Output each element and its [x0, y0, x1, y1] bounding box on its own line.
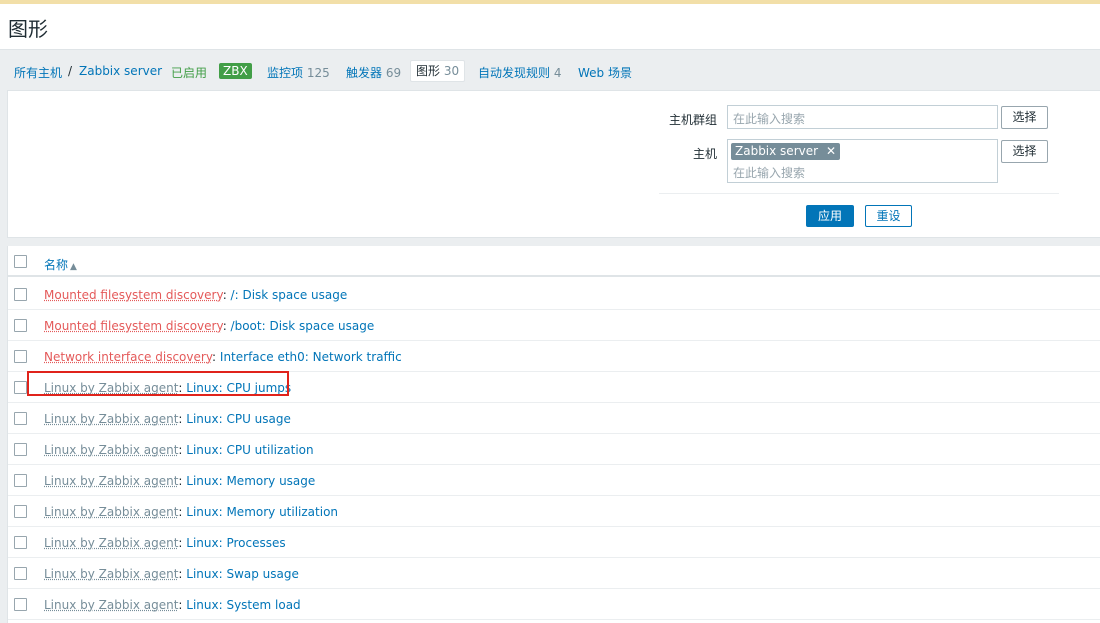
remove-chip-icon[interactable]: ✕: [826, 144, 836, 158]
host-select-button[interactable]: 选择: [1001, 140, 1048, 163]
tab-triggers-label: 触发器: [346, 66, 383, 80]
host-navigation: 所有主机 / Zabbix server 已启用 ZBX 监控项 125 触发器…: [0, 50, 1100, 88]
table-row: Mounted filesystem discovery: /: Disk sp…: [8, 279, 1100, 310]
graph-source-link[interactable]: Network interface discovery: [44, 350, 212, 364]
column-header-name[interactable]: 名称 ▲: [44, 256, 77, 273]
graph-source-link[interactable]: Mounted filesystem discovery: [44, 288, 223, 302]
tab-discovery-rules[interactable]: 自动发现规则 4: [478, 64, 561, 81]
graph-name-link[interactable]: Linux: Swap usage: [186, 567, 299, 581]
graph-source-link[interactable]: Linux by Zabbix agent: [44, 505, 178, 519]
host-status-enabled[interactable]: 已启用: [171, 64, 207, 81]
graph-name-cell: Mounted filesystem discovery: /boot: Dis…: [44, 319, 374, 333]
graphs-table: 名称 ▲ Mounted filesystem discovery: /: Dis…: [7, 246, 1100, 623]
table-row: Linux by Zabbix agent: Linux: Swap usage: [8, 558, 1100, 589]
graph-name-cell: Linux by Zabbix agent: Linux: Swap usage: [44, 567, 299, 581]
tab-items-count: 125: [306, 66, 330, 80]
graph-source-link[interactable]: Linux by Zabbix agent: [44, 412, 178, 426]
page-header: 图形: [0, 4, 1100, 50]
breadcrumb-host[interactable]: Zabbix server: [79, 64, 162, 78]
graph-source-link[interactable]: Mounted filesystem discovery: [44, 319, 223, 333]
row-checkbox[interactable]: [14, 443, 27, 456]
graph-name-cell: Linux by Zabbix agent: Linux: Memory usa…: [44, 474, 315, 488]
host-group-input[interactable]: 在此输入搜索: [727, 105, 998, 129]
row-checkbox[interactable]: [14, 598, 27, 611]
table-header: 名称 ▲: [8, 246, 1100, 277]
row-checkbox[interactable]: [14, 474, 27, 487]
zbx-availability-badge: ZBX: [219, 63, 252, 79]
row-checkbox[interactable]: [14, 412, 27, 425]
graph-name-link[interactable]: Linux: Memory utilization: [186, 505, 338, 519]
host-input-placeholder[interactable]: 在此输入搜索: [733, 164, 805, 181]
host-group-label: 主机群组: [669, 113, 718, 127]
graph-name-link[interactable]: Linux: CPU utilization: [186, 443, 313, 457]
row-checkbox[interactable]: [14, 567, 27, 580]
graph-name-cell: Linux by Zabbix agent: Linux: System loa…: [44, 598, 301, 612]
graph-name-link[interactable]: Linux: Memory usage: [186, 474, 315, 488]
host-multiselect[interactable]: Zabbix server ✕ 在此输入搜索: [727, 139, 998, 183]
table-row: Linux by Zabbix agent: Linux: CPU jumps: [8, 372, 1100, 403]
graph-name-cell: Linux by Zabbix agent: Linux: CPU utiliz…: [44, 443, 314, 457]
graph-name-cell: Linux by Zabbix agent: Linux: Memory uti…: [44, 505, 338, 519]
table-row: Linux by Zabbix agent: Linux: System loa…: [8, 589, 1100, 620]
tab-items-label: 监控项: [267, 66, 304, 80]
graph-name-link[interactable]: Linux: CPU usage: [186, 412, 291, 426]
graph-name-cell: Linux by Zabbix agent: Linux: Processes: [44, 536, 286, 550]
tab-web-scenarios[interactable]: Web 场景: [578, 64, 632, 81]
graph-name-link[interactable]: Interface eth0: Network traffic: [220, 350, 402, 364]
graph-source-link[interactable]: Linux by Zabbix agent: [44, 381, 178, 395]
host-chip: Zabbix server ✕: [731, 143, 841, 160]
row-checkbox[interactable]: [14, 319, 27, 332]
filter-panel: 主机群组 在此输入搜索 选择 主机 Zabbix server ✕ 在此输入搜索 …: [7, 90, 1100, 238]
table-row: Linux by Zabbix agent: Linux: CPU utiliz…: [8, 434, 1100, 465]
apply-button[interactable]: 应用: [806, 205, 854, 227]
prefix-separator: :: [222, 288, 231, 302]
tab-discovery-count: 4: [553, 66, 562, 80]
graph-source-link[interactable]: Linux by Zabbix agent: [44, 443, 178, 457]
graph-name-cell: Linux by Zabbix agent: Linux: CPU usage: [44, 412, 291, 426]
table-row: Linux by Zabbix agent: Linux: Processes: [8, 527, 1100, 558]
host-group-select-button[interactable]: 选择: [1001, 106, 1048, 129]
reset-button[interactable]: 重设: [865, 205, 912, 227]
graph-source-link[interactable]: Linux by Zabbix agent: [44, 598, 178, 612]
graph-source-link[interactable]: Linux by Zabbix agent: [44, 536, 178, 550]
host-chip-label: Zabbix server: [735, 144, 819, 158]
breadcrumb-all-hosts[interactable]: 所有主机: [14, 64, 62, 81]
row-checkbox[interactable]: [14, 350, 27, 363]
tab-items[interactable]: 监控项 125: [267, 64, 330, 81]
row-checkbox[interactable]: [14, 288, 27, 301]
filter-divider: [659, 193, 1059, 194]
table-row: Linux by Zabbix agent: Linux: Memory usa…: [8, 465, 1100, 496]
prefix-separator: :: [212, 350, 220, 364]
tab-graphs-count: 30: [443, 64, 460, 78]
row-checkbox[interactable]: [14, 381, 27, 394]
table-row: Linux by Zabbix agent: Linux: CPU usage: [8, 403, 1100, 434]
graph-name-cell: Network interface discovery: Interface e…: [44, 350, 402, 364]
column-header-name-label: 名称: [44, 258, 69, 272]
graph-name-cell: Mounted filesystem discovery: /: Disk sp…: [44, 288, 347, 302]
table-row: Network interface discovery: Interface e…: [8, 341, 1100, 372]
breadcrumb-separator: /: [68, 64, 73, 78]
graph-name-link[interactable]: /: Disk space usage: [231, 288, 348, 302]
graph-name-link[interactable]: Linux: CPU jumps: [186, 381, 291, 395]
sort-ascending-icon: ▲: [70, 262, 77, 272]
table-row: Linux by Zabbix agent: Linux: Memory uti…: [8, 496, 1100, 527]
row-checkbox[interactable]: [14, 536, 27, 549]
tab-triggers-count: 69: [385, 66, 402, 80]
tab-discovery-label: 自动发现规则: [478, 66, 551, 80]
table-row: Mounted filesystem discovery: /boot: Dis…: [8, 310, 1100, 341]
tab-triggers[interactable]: 触发器 69: [346, 64, 401, 81]
select-all-checkbox[interactable]: [14, 255, 27, 268]
prefix-separator: :: [222, 319, 231, 333]
graph-name-link[interactable]: Linux: Processes: [186, 536, 285, 550]
row-checkbox[interactable]: [14, 505, 27, 518]
tab-graphs[interactable]: 图形 30: [410, 60, 466, 82]
tab-graphs-label: 图形: [416, 64, 441, 78]
page-title: 图形: [8, 17, 48, 41]
graph-source-link[interactable]: Linux by Zabbix agent: [44, 567, 178, 581]
graph-source-link[interactable]: Linux by Zabbix agent: [44, 474, 178, 488]
graph-name-link[interactable]: Linux: System load: [186, 598, 300, 612]
graph-name-link[interactable]: /boot: Disk space usage: [231, 319, 375, 333]
host-label: 主机: [693, 147, 718, 161]
graph-name-cell: Linux by Zabbix agent: Linux: CPU jumps: [44, 381, 291, 395]
